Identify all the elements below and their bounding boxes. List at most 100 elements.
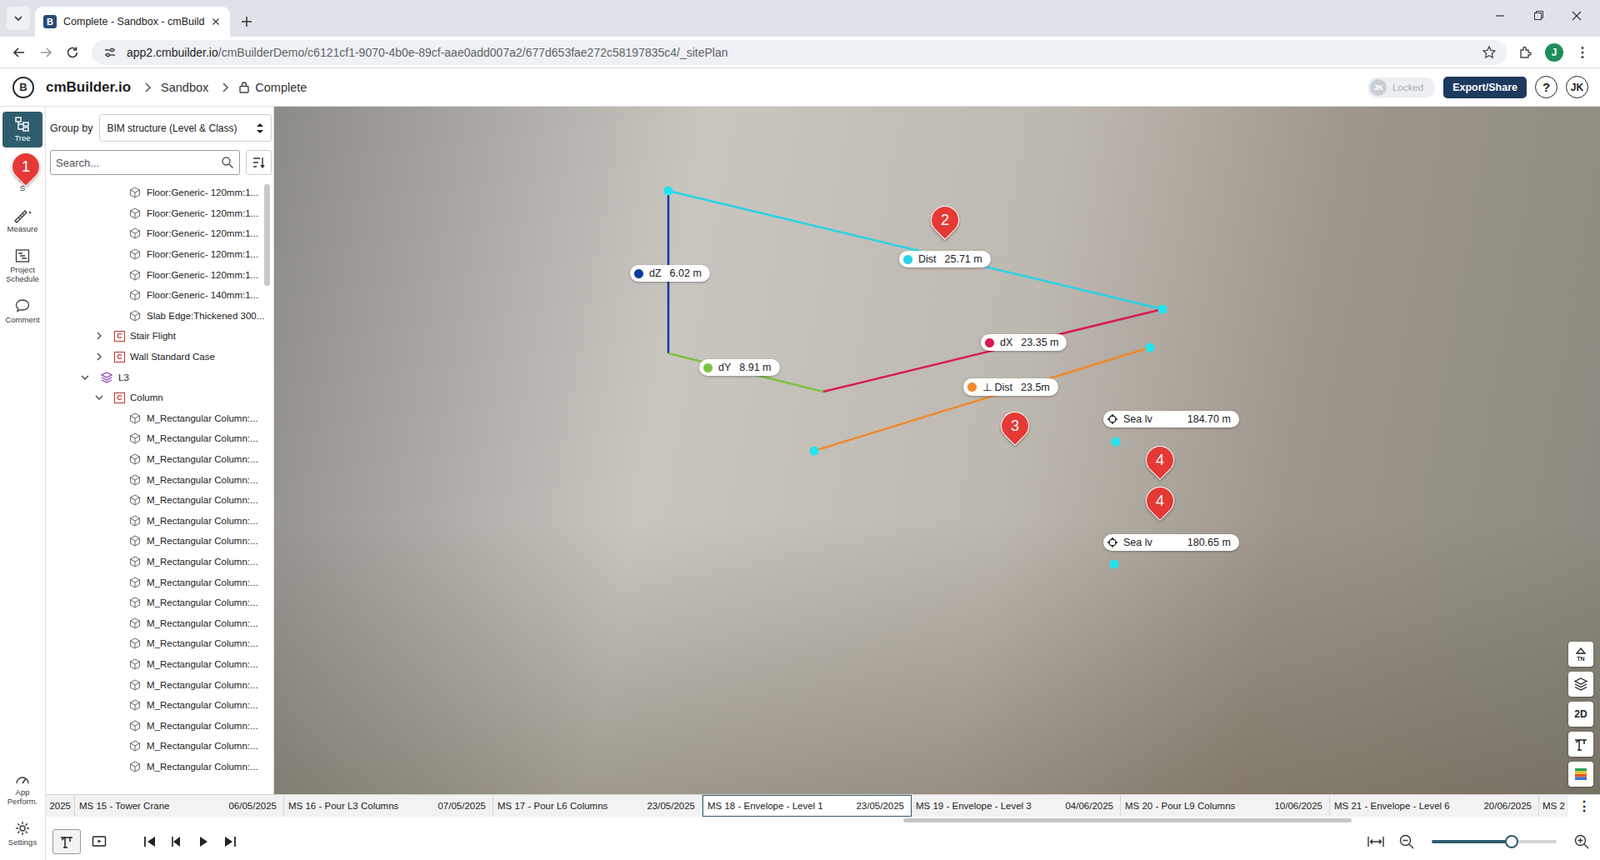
group-by-select[interactable]: BIM structure (Level & Class) <box>99 114 272 142</box>
tree-row[interactable]: CColumn <box>45 387 265 409</box>
timeline-item[interactable]: MS 2 <box>1539 795 1569 817</box>
help-button[interactable]: ? <box>1535 75 1558 99</box>
tree-row[interactable]: M_Rectangular Column:... <box>45 571 265 593</box>
crane-button[interactable] <box>1568 731 1594 757</box>
tree-row[interactable]: M_Rectangular Column:... <box>45 510 265 532</box>
minimize-icon[interactable] <box>1481 3 1519 29</box>
rail-item[interactable]: Settings <box>2 815 43 852</box>
rail-item[interactable]: Measure <box>2 202 43 239</box>
color-legend-button[interactable] <box>1568 761 1594 787</box>
tree-row[interactable]: M_Rectangular Column:... <box>45 654 265 675</box>
user-avatar[interactable]: JK <box>1565 75 1589 99</box>
timeline-item[interactable]: MS 16 - Pour L3 Columns07/05/2025 <box>284 795 494 817</box>
timeline-scroll-thumb[interactable] <box>903 818 1352 823</box>
timeline-item[interactable]: MS 21 - Envelope - Level 620/06/2025 <box>1330 795 1540 817</box>
browser-tab[interactable]: BComplete - Sandbox - cmBuild <box>35 6 230 37</box>
chevron-down-icon[interactable] <box>94 392 105 403</box>
measurement-point[interactable] <box>1111 437 1121 447</box>
zoom-in-icon[interactable] <box>1573 833 1590 850</box>
measurement-label[interactable]: ⊥ Dist23.5m <box>963 378 1059 396</box>
measurement-label[interactable]: Dist25.71 m <box>899 250 991 268</box>
tree-row[interactable]: M_Rectangular Column:... <box>45 715 265 736</box>
tab-search-button[interactable] <box>6 6 30 30</box>
measurement-label[interactable]: dX23.35 m <box>980 334 1067 351</box>
fit-width-icon[interactable] <box>1366 834 1385 850</box>
skip-to-start-icon[interactable] <box>142 835 158 849</box>
site-settings-icon[interactable] <box>103 45 117 60</box>
browser-menu-icon[interactable] <box>1575 45 1590 60</box>
zoom-out-icon[interactable] <box>1398 833 1415 850</box>
timeline-more-button[interactable]: ⋮ <box>1568 795 1600 817</box>
timeline-item[interactable]: MS 18 - Envelope - Level 123/05/2025 <box>702 795 912 817</box>
restore-icon[interactable] <box>1520 3 1557 29</box>
measurement-label[interactable]: dZ6.02 m <box>630 265 710 282</box>
tree-row[interactable]: L3 <box>45 366 265 388</box>
tree-row[interactable]: Floor:Generic- 120mm:1... <box>45 244 265 265</box>
view-mode-button[interactable] <box>85 829 114 855</box>
tree-row[interactable]: Floor:Generic- 120mm:1... <box>45 264 265 285</box>
tree-row[interactable]: CWall Standard Case <box>45 346 265 368</box>
breadcrumb-item[interactable]: Complete <box>238 80 307 95</box>
timeline-item[interactable]: MS 19 - Envelope - Level 304/06/2025 <box>911 795 1121 817</box>
tree-row[interactable]: M_Rectangular Column:... <box>45 449 265 470</box>
measurement-point[interactable] <box>664 186 674 196</box>
tree-row[interactable]: Floor:Generic- 120mm:1... <box>45 223 265 245</box>
close-window-icon[interactable] <box>1558 3 1595 29</box>
chevron-right-icon[interactable] <box>94 330 105 341</box>
layers-button[interactable] <box>1568 671 1594 697</box>
forward-arrow-icon[interactable] <box>38 45 54 60</box>
export-share-button[interactable]: Export/Share <box>1443 76 1527 99</box>
rail-item[interactable]: Comment <box>2 293 43 330</box>
tree-row[interactable]: M_Rectangular Column:... <box>45 592 265 614</box>
measurement-label[interactable]: dY8.91 m <box>699 359 780 376</box>
measurement-point[interactable] <box>810 446 820 456</box>
extensions-icon[interactable] <box>1518 45 1534 60</box>
timeline-item[interactable]: 2025 <box>45 795 75 817</box>
2d-toggle-button[interactable]: 2D <box>1568 701 1594 727</box>
tree-row[interactable]: M_Rectangular Column:... <box>45 428 265 450</box>
close-tab-icon[interactable] <box>210 15 222 28</box>
compass-button[interactable]: TN <box>1568 641 1594 667</box>
measurement-point[interactable] <box>1145 343 1155 353</box>
chevron-right-icon[interactable] <box>94 351 105 362</box>
skip-to-end-icon[interactable] <box>222 835 238 849</box>
tree-row[interactable]: M_Rectangular Column:... <box>45 695 265 716</box>
lock-toggle[interactable]: JKLocked <box>1367 77 1435 98</box>
timeline-item[interactable]: MS 15 - Tower Crane06/05/2025 <box>75 795 285 817</box>
measurement-label[interactable]: Sea lv184.70 m <box>1103 410 1240 428</box>
tree-row[interactable]: M_Rectangular Column:... <box>45 408 265 430</box>
tree-row[interactable]: M_Rectangular Column:... <box>45 490 265 511</box>
measurement-point[interactable] <box>1110 560 1120 570</box>
brand-name[interactable]: cmBuilder.io <box>45 79 131 96</box>
tree-row[interactable]: M_Rectangular Column:... <box>45 735 265 757</box>
tree-row[interactable]: M_Rectangular Column:... <box>45 756 265 778</box>
tree-row[interactable]: M_Rectangular Column:... <box>45 469 265 490</box>
tree-row[interactable]: M_Rectangular Column:... <box>45 633 265 655</box>
timeline-scrollbar[interactable] <box>45 816 1600 824</box>
rail-item[interactable]: Project Schedule <box>2 243 43 289</box>
tree-row[interactable]: Floor:Generic- 140mm:1... <box>45 285 265 306</box>
timeline-item[interactable]: MS 17 - Pour L6 Columns23/05/2025 <box>493 795 703 817</box>
zoom-slider[interactable] <box>1431 840 1557 844</box>
bookmark-star-icon[interactable] <box>1481 45 1497 60</box>
address-bar[interactable]: app2.cmbuilder.io/cmBuilderDemo/c6121cf1… <box>91 40 1507 65</box>
tree-scrollbar[interactable] <box>264 179 270 795</box>
tree-row[interactable]: M_Rectangular Column:... <box>45 612 265 634</box>
profile-avatar[interactable]: J <box>1545 43 1564 62</box>
search-input[interactable]: Search... <box>50 150 240 175</box>
chevron-down-icon[interactable] <box>80 372 90 383</box>
tree-scroll-thumb[interactable] <box>264 184 270 286</box>
rail-item[interactable]: Tree <box>2 111 43 148</box>
breadcrumb-item[interactable]: Sandbox <box>160 80 209 95</box>
tree-row[interactable]: M_Rectangular Column:... <box>45 674 265 695</box>
measurement-point[interactable] <box>1158 305 1168 315</box>
filter-button[interactable] <box>245 150 272 175</box>
tree-row[interactable]: CStair Flight <box>45 325 265 347</box>
tree-row[interactable]: M_Rectangular Column:... <box>45 551 265 573</box>
tree-row[interactable]: Slab Edge:Thickened 300... <box>45 305 265 327</box>
step-back-icon[interactable] <box>169 835 185 849</box>
view-mode-button[interactable] <box>52 829 81 855</box>
tree-row[interactable]: Floor:Generic- 120mm:1... <box>45 182 265 204</box>
tree-row[interactable]: M_Rectangular Column:... <box>45 530 265 552</box>
reload-icon[interactable] <box>65 45 80 60</box>
